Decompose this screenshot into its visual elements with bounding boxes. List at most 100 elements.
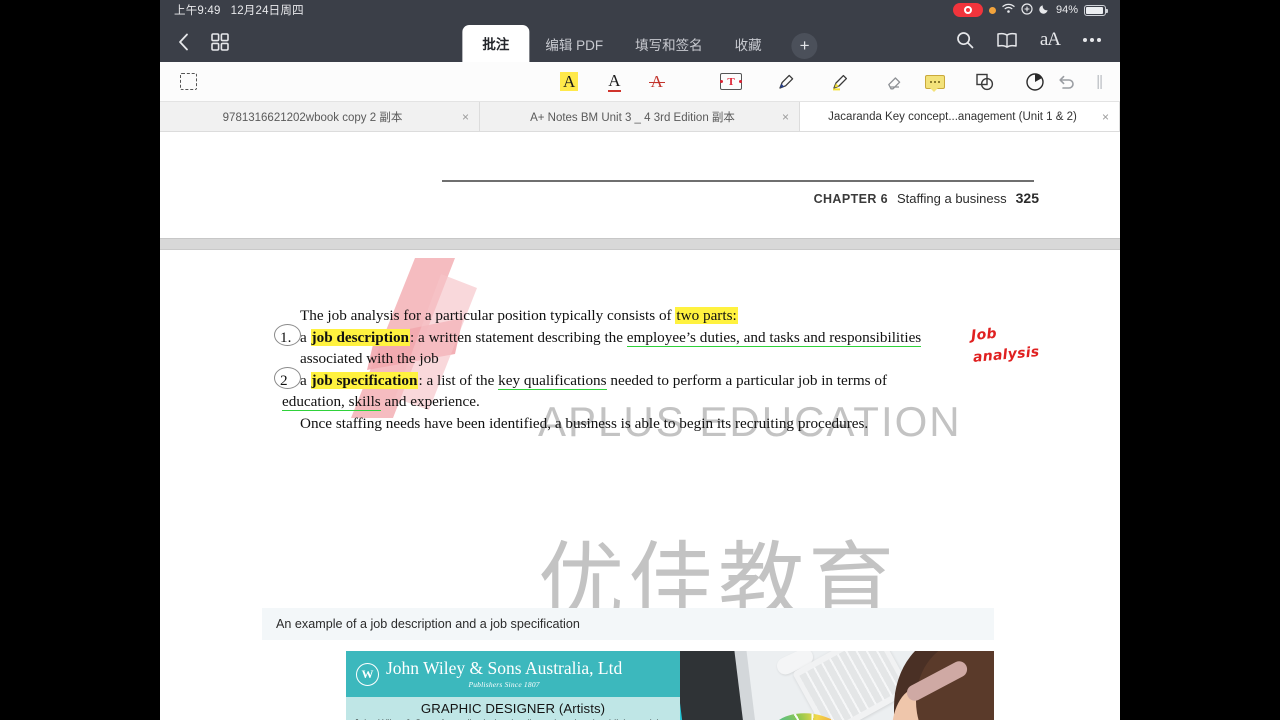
job-ad-body: GRAPHIC DESIGNER (Artists) John Wiley & …	[346, 697, 680, 720]
item2-text-c: needed to perform a particular job in te…	[606, 371, 888, 389]
text-markup-tools: A A A	[560, 72, 666, 92]
letterbox-right	[1120, 0, 1280, 720]
close-icon[interactable]: ×	[1102, 110, 1109, 124]
top-nav-left	[160, 33, 229, 62]
document-tab-1-title: 9781316621202wbook copy 2 副本	[222, 111, 403, 124]
list-item-1-number: 1.	[280, 328, 292, 346]
job-advertisement: W John Wiley & Sons Australia, Ltd Publi…	[346, 651, 994, 720]
item1-text-b: : a written statement describing the	[410, 328, 627, 346]
status-bar: 上午9:49 12月24日周四 94%	[160, 0, 1120, 20]
battery-percent: 94%	[1055, 4, 1078, 16]
item1-text-a: a	[300, 328, 311, 346]
history-tools: ||	[1056, 73, 1103, 90]
selection-marquee-icon[interactable]	[180, 73, 197, 90]
drawer-handle-icon[interactable]: ||	[1096, 73, 1103, 90]
strikethrough-text-icon[interactable]: A	[648, 73, 666, 90]
close-icon[interactable]: ×	[462, 110, 469, 124]
item2-text-a: a	[300, 371, 311, 389]
battery-icon	[1084, 4, 1108, 16]
body-text: Job analysis The job analysis for a part…	[272, 305, 1040, 435]
job-ad-text-panel: W John Wiley & Sons Australia, Ltd Publi…	[346, 651, 680, 720]
undo-icon[interactable]	[1056, 74, 1076, 90]
pdf-reader-app: 上午9:49 12月24日周四 94% 批注 编辑 PDF 填写和签名 收藏 +…	[160, 0, 1120, 720]
document-tab-1[interactable]: 9781316621202wbook copy 2 副本 ×	[160, 102, 480, 131]
draw-tools: T	[720, 72, 904, 92]
top-nav-right: aA	[956, 29, 1120, 62]
running-head-rule	[442, 180, 1034, 182]
paragraph-closing: Once staffing needs have been identified…	[272, 413, 1024, 435]
thumbnails-grid-icon[interactable]	[211, 33, 229, 51]
example-caption-bar: An example of a job description and a jo…	[262, 608, 994, 640]
closing-text: Once staffing needs have been identified…	[300, 414, 869, 432]
list-item-2-number: 2	[280, 371, 288, 389]
item1-term: job description	[310, 328, 411, 346]
text-box-icon[interactable]: T	[720, 73, 742, 90]
intro-highlight: two parts:	[675, 307, 738, 324]
add-tab-button[interactable]: +	[791, 33, 818, 59]
screen: 上午9:49 12月24日周四 94% 批注 编辑 PDF 填写和签名 收藏 +…	[0, 0, 1280, 720]
tab-fill-and-sign[interactable]: 填写和签名	[619, 27, 719, 62]
status-bar-left: 上午9:49 12月24日周四	[174, 2, 304, 18]
object-tools	[925, 72, 1045, 92]
annotation-toolbar: A A A T ||	[160, 62, 1120, 102]
search-icon[interactable]	[956, 31, 974, 49]
previous-page-footer: CHAPTER 6 Staffing a business 325	[160, 132, 1120, 238]
status-bar-right: 94%	[952, 2, 1108, 18]
underline-text-icon[interactable]: A	[608, 72, 621, 92]
text-size-icon[interactable]: aA	[1040, 29, 1061, 51]
chapter-label: CHAPTER 6	[813, 192, 889, 206]
running-head: CHAPTER 6 Staffing a business 325	[814, 190, 1039, 206]
job-ad-title: GRAPHIC DESIGNER (Artists)	[420, 701, 606, 716]
chapter-title: Staffing a business	[897, 191, 1007, 206]
pen-icon[interactable]	[776, 72, 796, 92]
intro-text-a: The job analysis for a particular positi…	[300, 307, 676, 324]
designer-photo	[680, 651, 994, 720]
comment-icon[interactable]	[925, 74, 945, 92]
document-viewport[interactable]: CHAPTER 6 Staffing a business 325 APLUS …	[160, 132, 1120, 720]
status-time: 上午9:49	[174, 5, 221, 17]
tab-edit-pdf[interactable]: 编辑 PDF	[529, 27, 619, 62]
tab-annotate[interactable]: 批注	[462, 25, 530, 62]
status-date: 12月24日周四	[230, 5, 304, 17]
page-content: APLUS EDUCATION 优佳教育 Job analysis The jo…	[160, 250, 1120, 720]
wiley-logo-icon: W	[356, 662, 379, 686]
list-item-1: 1. a job description: a written statemen…	[272, 323, 1024, 349]
highlight-text-icon[interactable]: A	[560, 72, 579, 91]
list-item-2: 2 a job specification: a list of the key…	[272, 366, 996, 392]
orange-dot-icon	[988, 6, 996, 14]
tab-favorites[interactable]: 收藏	[719, 27, 778, 62]
back-icon[interactable]	[178, 33, 189, 51]
item1-continuation: associated with the job	[300, 350, 439, 368]
document-tab-bar: 9781316621202wbook copy 2 副本 × A+ Notes …	[160, 102, 1120, 132]
page-number: 325	[1015, 190, 1039, 206]
shapes-icon[interactable]	[975, 72, 995, 92]
highlighter-icon[interactable]	[830, 72, 850, 92]
document-tab-2-title: A+ Notes BM Unit 3 _ 4 3rd Edition 副本	[530, 111, 735, 124]
publisher-tagline: Publishers Since 1807	[468, 680, 540, 689]
item2-underlined-2: education, skills	[282, 393, 381, 412]
book-icon[interactable]	[996, 32, 1018, 49]
color-picker-icon[interactable]	[1025, 72, 1045, 92]
item2-text-d: and experience.	[380, 393, 480, 411]
page-separator	[160, 238, 1120, 250]
item2-text-b: : a list of the	[418, 371, 499, 389]
eraser-icon[interactable]	[884, 72, 904, 92]
control-center-icon	[1021, 2, 1033, 18]
more-icon[interactable]	[1082, 37, 1102, 43]
list-item-1-cont: associated with the job	[272, 348, 1024, 370]
close-icon[interactable]: ×	[782, 110, 789, 124]
publisher-name-block: John Wiley & Sons Australia, Ltd Publish…	[386, 659, 622, 689]
paragraph-intro: The job analysis for a particular positi…	[272, 305, 1024, 327]
item1-underlined: employee’s duties, and tasks and respons…	[626, 328, 922, 347]
letterbox-left	[0, 0, 160, 720]
moon-icon	[1039, 3, 1050, 17]
publisher-header: W John Wiley & Sons Australia, Ltd Publi…	[346, 651, 680, 697]
example-caption: An example of a job description and a jo…	[276, 617, 580, 631]
list-item-2-cont: education, skills and experience.	[272, 391, 1024, 413]
top-nav-bar: 批注 编辑 PDF 填写和签名 收藏 + aA	[160, 20, 1120, 62]
document-tab-2[interactable]: A+ Notes BM Unit 3 _ 4 3rd Edition 副本 ×	[480, 102, 800, 131]
publisher-name: John Wiley & Sons Australia, Ltd	[386, 658, 623, 678]
document-tab-3[interactable]: Jacaranda Key concept...anagement (Unit …	[800, 102, 1120, 131]
mode-tabs: 批注 编辑 PDF 填写和签名 收藏 +	[462, 25, 818, 62]
document-tab-3-title: Jacaranda Key concept...anagement (Unit …	[828, 110, 1077, 123]
